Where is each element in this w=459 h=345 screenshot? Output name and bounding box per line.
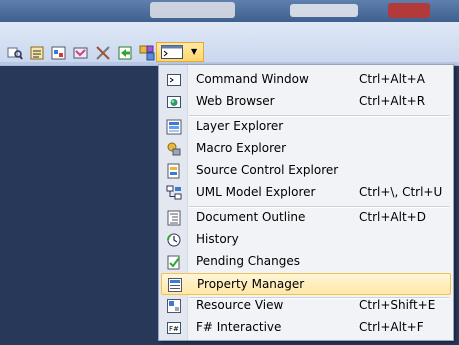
menu-item-shortcut: Ctrl+Shift+E (359, 298, 436, 312)
menu-item-shortcut: Ctrl+Alt+R (359, 94, 426, 108)
layer-explorer-icon (166, 119, 182, 135)
menu-item-label: Document Outline (196, 210, 306, 224)
start-page-button[interactable] (116, 44, 134, 62)
title-bar (0, 0, 459, 22)
start-page-icon (118, 46, 132, 60)
command-window-icon (166, 72, 182, 88)
other-windows-dropdown[interactable]: ▼ (156, 42, 204, 62)
menu-item-layer-explorer[interactable]: Layer Explorer (161, 116, 451, 138)
menu-item-label: Resource View (196, 298, 284, 312)
object-browser-button[interactable] (50, 44, 68, 62)
menu-item-command-window[interactable]: Command Window Ctrl+Alt+A (161, 69, 451, 91)
menu-item-fsharp-interactive[interactable]: F# F# Interactive Ctrl+Alt+F (161, 317, 451, 339)
menu-item-uml-model-explorer[interactable]: UML Model Explorer Ctrl+\, Ctrl+U (161, 182, 451, 204)
find-icon (7, 47, 23, 60)
uml-explorer-icon (166, 185, 182, 201)
properties-icon (30, 46, 44, 60)
property-manager-icon (167, 277, 183, 293)
find-button[interactable] (6, 44, 24, 62)
title-region-center (290, 4, 358, 17)
menu-item-document-outline[interactable]: Document Outline Ctrl+Alt+D (161, 207, 451, 229)
menu-item-history[interactable]: History (161, 229, 451, 251)
resource-view-icon (166, 298, 182, 314)
menu-item-macro-explorer[interactable]: Macro Explorer (161, 138, 451, 160)
other-windows-menu: Command Window Ctrl+Alt+A Web Browser Ct… (158, 64, 454, 341)
fsharp-interactive-icon: F# (166, 320, 182, 336)
menu-item-source-control-explorer[interactable]: Source Control Explorer (161, 160, 451, 182)
object-browser-icon (51, 46, 66, 60)
menu-item-label: Command Window (196, 72, 309, 86)
menu-item-shortcut: Ctrl+\, Ctrl+U (359, 185, 443, 199)
menu-item-label: Web Browser (196, 94, 275, 108)
tools-button[interactable] (94, 44, 112, 62)
menu-item-pending-changes[interactable]: Pending Changes (161, 251, 451, 273)
menu-item-label: Source Control Explorer (196, 163, 339, 177)
properties-button[interactable] (28, 44, 46, 62)
toolbox-button[interactable] (72, 44, 90, 62)
menu-item-resource-view[interactable]: Resource View Ctrl+Shift+E (161, 295, 451, 317)
menu-item-shortcut: Ctrl+Alt+D (359, 210, 426, 224)
history-icon (166, 232, 182, 248)
menu-item-label: F# Interactive (196, 320, 282, 334)
menu-item-label: Macro Explorer (196, 141, 287, 155)
menu-item-label: Property Manager (197, 277, 305, 291)
web-browser-icon (166, 94, 182, 110)
svg-text:F#: F# (169, 325, 179, 333)
class-view-icon (139, 45, 155, 61)
tools-icon (96, 46, 110, 60)
menu-item-label: Layer Explorer (196, 119, 284, 133)
toolbox-icon (73, 47, 88, 59)
menu-item-web-browser[interactable]: Web Browser Ctrl+Alt+R (161, 91, 451, 113)
standard-toolbar: ▼ (0, 22, 459, 66)
pending-changes-icon (166, 254, 182, 270)
class-view-button[interactable] (138, 44, 156, 62)
menu-item-label: History (196, 232, 239, 246)
chevron-down-icon: ▼ (191, 47, 198, 56)
menu-item-label: UML Model Explorer (196, 185, 316, 199)
command-window-icon (161, 45, 183, 59)
menu-item-property-manager[interactable]: Property Manager (161, 273, 451, 295)
document-area (0, 66, 155, 345)
menu-item-shortcut: Ctrl+Alt+A (359, 72, 425, 86)
close-region[interactable] (388, 3, 430, 18)
menu-item-label: Pending Changes (196, 254, 300, 268)
document-outline-icon (166, 210, 182, 226)
menu-item-shortcut: Ctrl+Alt+F (359, 320, 424, 334)
title-region-left (150, 2, 235, 18)
source-control-icon (166, 163, 182, 179)
macro-explorer-icon (166, 141, 182, 157)
